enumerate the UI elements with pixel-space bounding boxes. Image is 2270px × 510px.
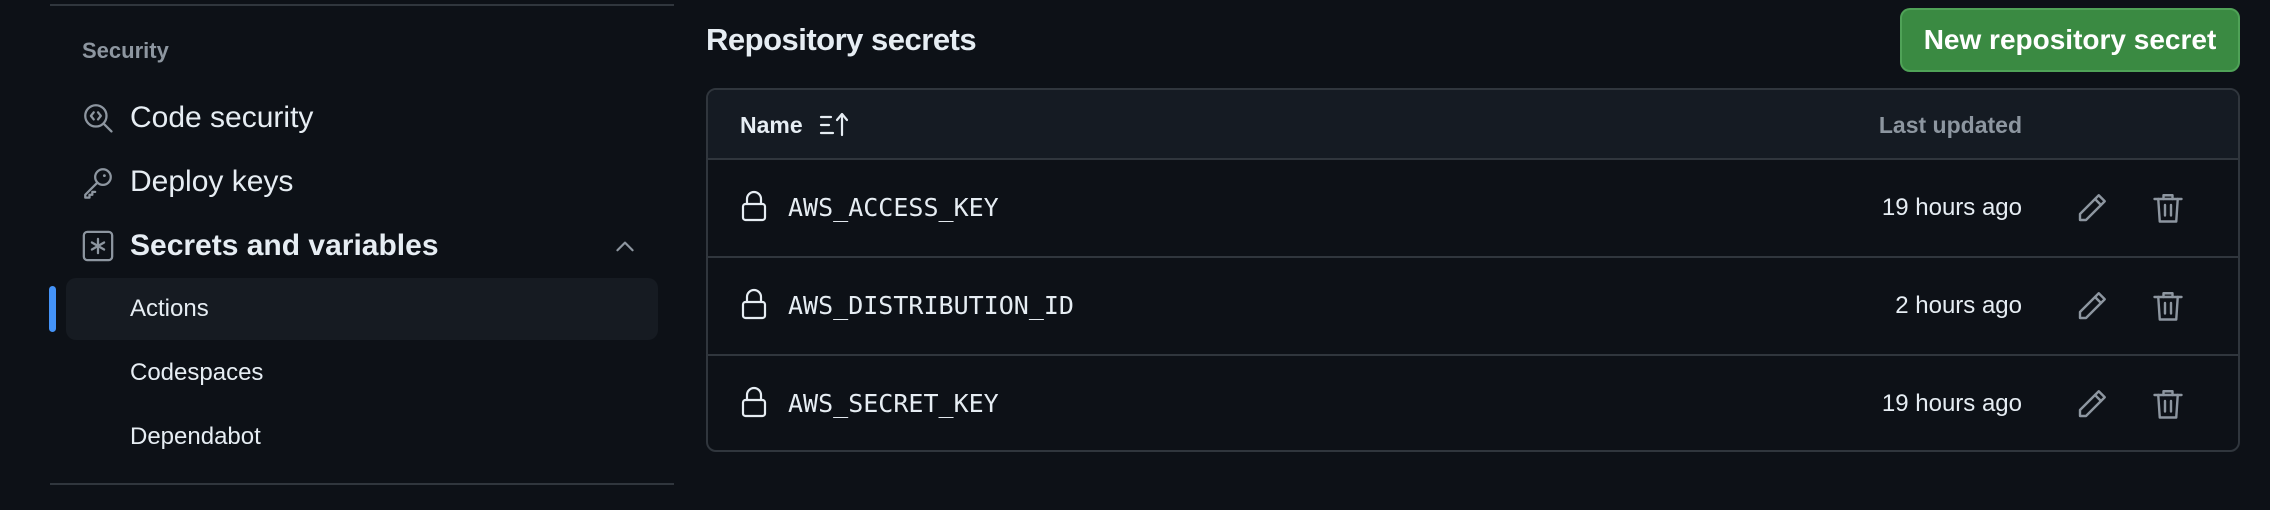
- sidebar-section-heading: Security: [82, 38, 169, 63]
- secret-name: AWS_DISTRIBUTION_ID: [788, 291, 1074, 320]
- secret-name: AWS_ACCESS_KEY: [788, 193, 999, 222]
- sidebar-item-label: Secrets and variables: [130, 229, 439, 262]
- pencil-icon[interactable]: [2074, 386, 2110, 422]
- sidebar-subitem-label: Dependabot: [130, 423, 261, 450]
- table-row: AWS_DISTRIBUTION_ID 2 hours ago: [708, 258, 2238, 356]
- active-item-indicator: [49, 286, 56, 332]
- table-row: AWS_ACCESS_KEY 19 hours ago: [708, 160, 2238, 258]
- last-updated: 19 hours ago: [1881, 194, 2022, 221]
- secret-name: AWS_SECRET_KEY: [788, 389, 999, 418]
- sidebar-item-secrets-and-variables[interactable]: Secrets and variables: [66, 216, 658, 276]
- trash-icon[interactable]: [2150, 288, 2186, 324]
- column-header-last-updated: Last updated: [1878, 112, 2022, 138]
- table-header: Name Last updated: [708, 90, 2238, 160]
- codescan-icon: [80, 100, 116, 136]
- asterisk-icon: [80, 228, 116, 264]
- last-updated: 2 hours ago: [1895, 292, 2022, 319]
- lock-icon: [740, 288, 768, 320]
- lock-icon: [740, 190, 768, 222]
- new-repository-secret-button[interactable]: New repository secret: [1900, 8, 2240, 72]
- sidebar-subitem-codespaces[interactable]: Codespaces: [66, 342, 658, 404]
- key-icon: [80, 164, 116, 200]
- chevron-up-icon[interactable]: [612, 234, 638, 260]
- lock-icon: [740, 386, 768, 418]
- divider: [50, 4, 674, 6]
- column-header-name: Name: [740, 112, 803, 138]
- settings-page: Security Code security Deploy keys Secre…: [0, 0, 2270, 510]
- trash-icon[interactable]: [2150, 386, 2186, 422]
- pencil-icon[interactable]: [2074, 190, 2110, 226]
- sidebar-item-label: Deploy keys: [130, 165, 294, 198]
- last-updated: 19 hours ago: [1881, 390, 2022, 417]
- secrets-table: Name Last updated AWS_ACCESS_KEY 19 hour…: [706, 88, 2240, 452]
- sidebar-subitem-dependabot[interactable]: Dependabot: [66, 406, 658, 468]
- sort-ascending-icon[interactable]: [818, 110, 852, 140]
- section-title: Repository secrets: [706, 22, 977, 57]
- sidebar-subitem-label: Codespaces: [130, 359, 264, 386]
- table-row: AWS_SECRET_KEY 19 hours ago: [708, 356, 2238, 450]
- divider: [50, 483, 674, 485]
- sidebar-subitem-label: Actions: [130, 295, 209, 322]
- sidebar-item-label: Code security: [130, 101, 314, 134]
- sidebar-item-code-security[interactable]: Code security: [66, 88, 658, 148]
- sidebar-item-deploy-keys[interactable]: Deploy keys: [66, 152, 658, 212]
- trash-icon[interactable]: [2150, 190, 2186, 226]
- sidebar-subitem-actions[interactable]: Actions: [66, 278, 658, 340]
- pencil-icon[interactable]: [2074, 288, 2110, 324]
